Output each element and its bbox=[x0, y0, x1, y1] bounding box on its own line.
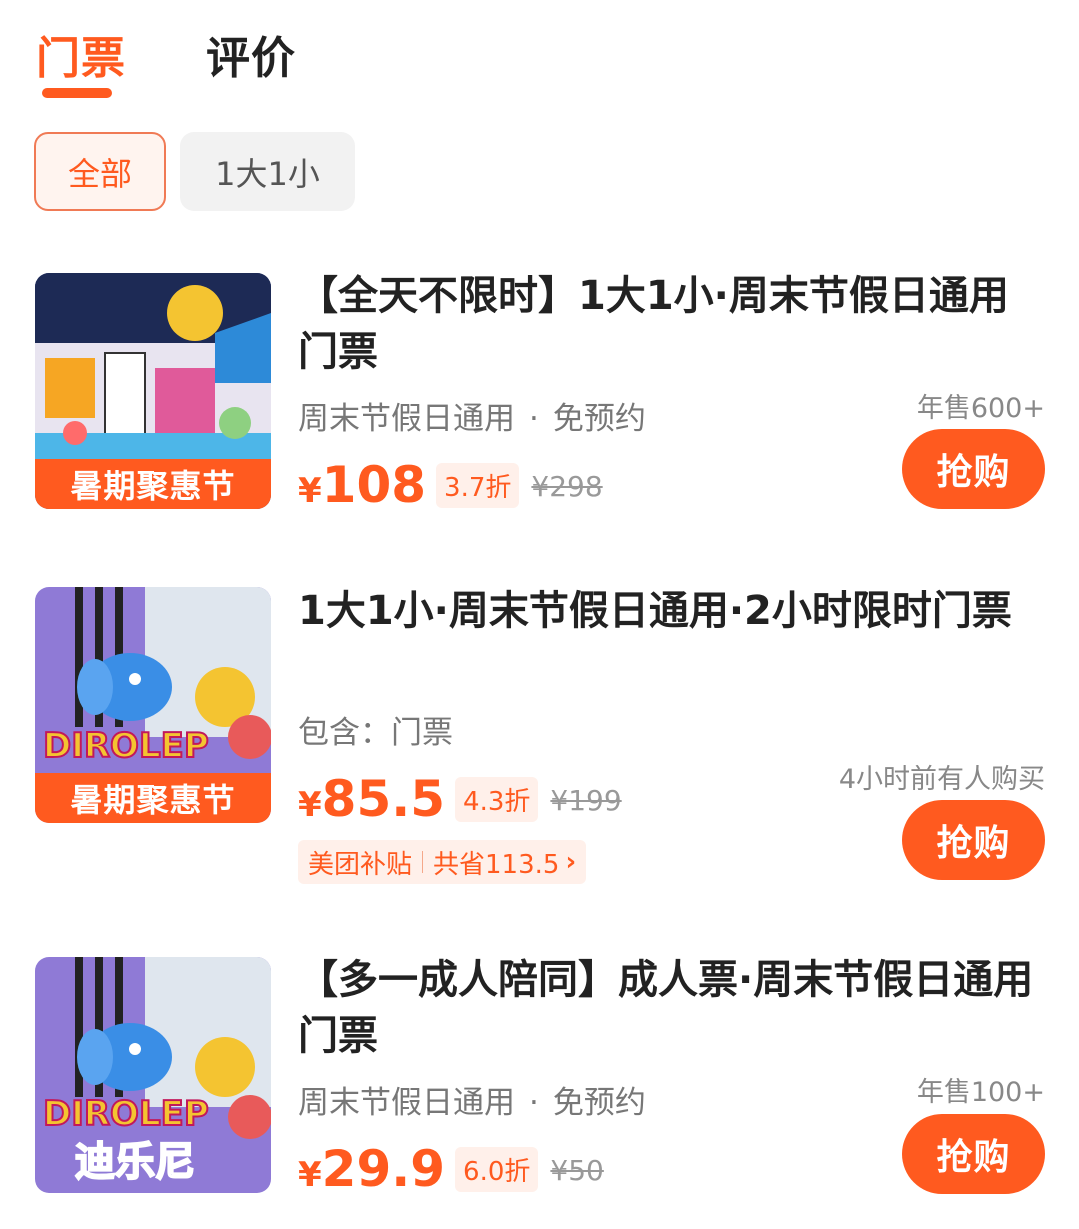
original-price: ¥298 bbox=[531, 470, 603, 503]
discount-badge: 4.3折 bbox=[455, 777, 539, 822]
tab-tickets[interactable]: 门票 bbox=[36, 22, 126, 86]
elephant-mascot-image: DIROLEP 迪乐尼 bbox=[35, 957, 271, 1193]
buy-button[interactable]: 抢购 bbox=[902, 429, 1045, 509]
buy-button[interactable]: 抢购 bbox=[902, 800, 1045, 880]
product-title[interactable]: 1大1小·周末节假日通用·2小时限时门票 bbox=[298, 583, 1038, 639]
sale-price: 85.5 bbox=[321, 770, 446, 828]
price-row: ¥ 85.5 4.3折 ¥199 bbox=[298, 770, 622, 828]
sale-price: 29.9 bbox=[321, 1140, 446, 1198]
discount-badge: 3.7折 bbox=[436, 463, 520, 508]
price-row: ¥ 29.9 6.0折 ¥50 bbox=[298, 1140, 604, 1198]
subsidy-tag[interactable]: 美团补贴 共省113.5 › bbox=[298, 840, 587, 884]
recent-purchase-note: 4小时前有人购买 bbox=[838, 764, 1045, 795]
active-tab-indicator bbox=[42, 88, 112, 98]
product-thumbnail-2[interactable]: DIROLEP 暑期聚惠节 bbox=[35, 587, 271, 823]
promo-banner: 暑期聚惠节 bbox=[35, 459, 271, 509]
original-price: ¥199 bbox=[550, 784, 622, 817]
buy-button[interactable]: 抢购 bbox=[902, 1114, 1045, 1194]
filter-chip-1-adult-1-child[interactable]: 1大1小 bbox=[180, 132, 355, 211]
product-title[interactable]: 【全天不限时】1大1小·周末节假日通用门票 bbox=[298, 268, 1038, 380]
product-thumbnail-3[interactable]: DIROLEP 迪乐尼 bbox=[35, 957, 271, 1193]
booking-note: 免预约 bbox=[552, 401, 646, 437]
filter-chip-all[interactable]: 全部 bbox=[34, 132, 166, 211]
original-price: ¥50 bbox=[550, 1154, 604, 1187]
promo-banner: 暑期聚惠节 bbox=[35, 773, 271, 823]
tab-reviews[interactable]: 评价 bbox=[206, 22, 296, 86]
product-usage-info: 周末节假日通用 · 免预约 bbox=[298, 393, 646, 438]
brand-logo-text: DIROLEP bbox=[43, 726, 209, 766]
usage-scope: 周末节假日通用 bbox=[298, 1085, 515, 1121]
savings-amount: 共省113.5 bbox=[433, 849, 560, 880]
currency-symbol: ¥ bbox=[298, 471, 322, 511]
discount-badge: 6.0折 bbox=[455, 1147, 539, 1192]
ticket-list-page: 门票 评价 全部 1大1小 暑期聚惠节 【全天不限时】1大1小·周末节假日通用门… bbox=[0, 0, 1079, 1229]
booking-note: 免预约 bbox=[552, 1085, 646, 1121]
sales-count: 年售100+ bbox=[916, 1077, 1045, 1108]
separator-dot: · bbox=[529, 401, 539, 437]
product-usage-info: 周末节假日通用 · 免预约 bbox=[298, 1077, 646, 1122]
currency-symbol: ¥ bbox=[298, 1155, 322, 1195]
brand-logo-text: DIROLEP bbox=[43, 1094, 209, 1134]
product-title[interactable]: 【多一成人陪同】成人票·周末节假日通用门票 bbox=[298, 952, 1038, 1064]
chevron-right-icon: › bbox=[565, 847, 577, 877]
product-includes: 包含：门票 bbox=[298, 715, 453, 751]
brand-logo-cn: 迪乐尼 bbox=[75, 1139, 195, 1185]
subsidy-label: 美团补贴 bbox=[308, 849, 413, 880]
usage-scope: 周末节假日通用 bbox=[298, 401, 515, 437]
sales-count: 年售600+ bbox=[916, 393, 1045, 424]
divider bbox=[422, 851, 424, 873]
price-row: ¥ 108 3.7折 ¥298 bbox=[298, 456, 603, 514]
sale-price: 108 bbox=[321, 456, 427, 514]
currency-symbol: ¥ bbox=[298, 785, 322, 825]
separator-dot: · bbox=[529, 1085, 539, 1121]
product-thumbnail-1[interactable]: 暑期聚惠节 bbox=[35, 273, 271, 509]
